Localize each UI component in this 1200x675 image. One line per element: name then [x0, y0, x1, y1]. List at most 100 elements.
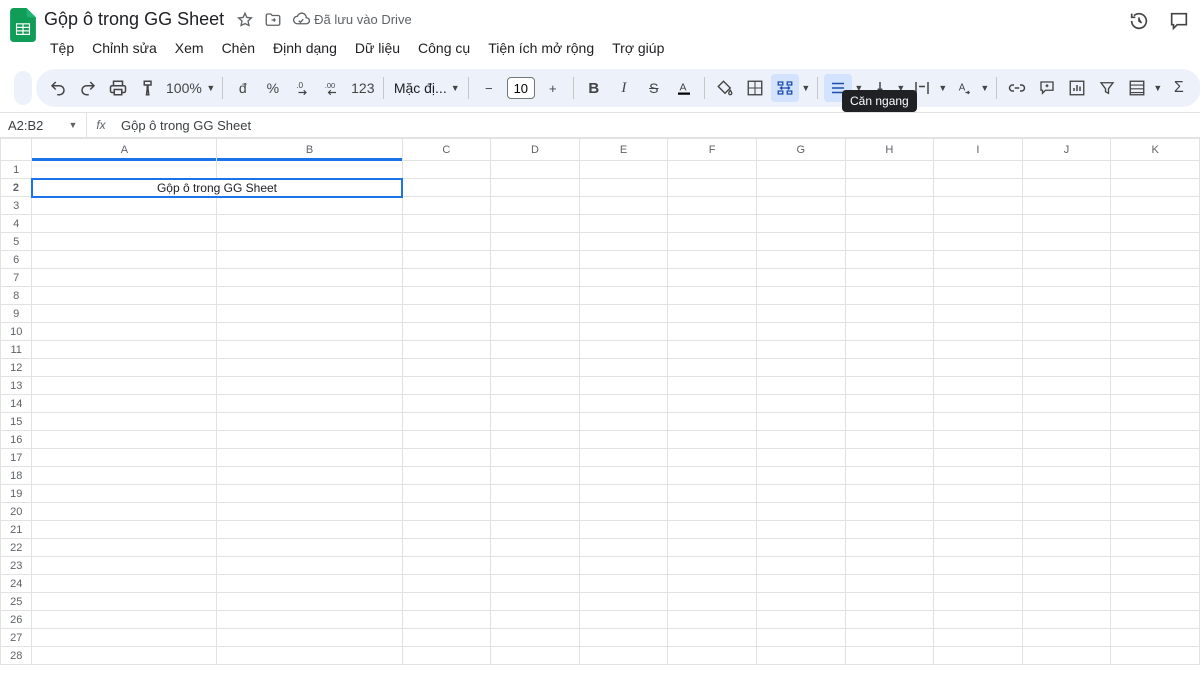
cell-F26[interactable] — [668, 611, 757, 629]
cell-G5[interactable] — [756, 233, 845, 251]
select-all-corner[interactable] — [1, 139, 32, 161]
cell-K21[interactable] — [1111, 521, 1200, 539]
cell-C26[interactable] — [402, 611, 491, 629]
decrease-decimal-button[interactable]: .0 — [289, 74, 317, 102]
cell-D7[interactable] — [491, 269, 580, 287]
menu-search[interactable]: Trình đơn — [14, 71, 32, 105]
cell-G11[interactable] — [756, 341, 845, 359]
cell-D16[interactable] — [491, 431, 580, 449]
cell-J9[interactable] — [1022, 305, 1111, 323]
cell-F3[interactable] — [668, 197, 757, 215]
cell-B25[interactable] — [217, 593, 402, 611]
cell-I6[interactable] — [934, 251, 1023, 269]
cell-B4[interactable] — [217, 215, 402, 233]
menu-tiện-ích-mở-rộng[interactable]: Tiện ích mở rộng — [480, 36, 602, 60]
cell-I19[interactable] — [934, 485, 1023, 503]
cell-G9[interactable] — [756, 305, 845, 323]
cell-B27[interactable] — [217, 629, 402, 647]
cell-D17[interactable] — [491, 449, 580, 467]
cell-G22[interactable] — [756, 539, 845, 557]
cell-H17[interactable] — [845, 449, 934, 467]
cell-K19[interactable] — [1111, 485, 1200, 503]
cell-F17[interactable] — [668, 449, 757, 467]
cell-H19[interactable] — [845, 485, 934, 503]
cell-H7[interactable] — [845, 269, 934, 287]
col-header-C[interactable]: C — [402, 139, 491, 161]
cell-A28[interactable] — [32, 647, 217, 665]
cell-E14[interactable] — [579, 395, 668, 413]
cell-C3[interactable] — [402, 197, 491, 215]
cell-B22[interactable] — [217, 539, 402, 557]
cell-C18[interactable] — [402, 467, 491, 485]
chevron-down-icon[interactable]: ▼ — [801, 83, 811, 93]
cell-G26[interactable] — [756, 611, 845, 629]
cell-E1[interactable] — [579, 161, 668, 179]
cell-H14[interactable] — [845, 395, 934, 413]
cell-E6[interactable] — [579, 251, 668, 269]
cell-D19[interactable] — [491, 485, 580, 503]
cell-B23[interactable] — [217, 557, 402, 575]
cell-I3[interactable] — [934, 197, 1023, 215]
cell-E20[interactable] — [579, 503, 668, 521]
cell-F12[interactable] — [668, 359, 757, 377]
row-header-9[interactable]: 9 — [1, 305, 32, 323]
row-header-23[interactable]: 23 — [1, 557, 32, 575]
cell-D9[interactable] — [491, 305, 580, 323]
cell-D3[interactable] — [491, 197, 580, 215]
cell-A15[interactable] — [32, 413, 217, 431]
cell-J7[interactable] — [1022, 269, 1111, 287]
cell-K20[interactable] — [1111, 503, 1200, 521]
cell-K24[interactable] — [1111, 575, 1200, 593]
cell-H11[interactable] — [845, 341, 934, 359]
row-header-19[interactable]: 19 — [1, 485, 32, 503]
cell-I16[interactable] — [934, 431, 1023, 449]
name-box[interactable]: A2:B2 ▼ — [0, 118, 86, 133]
row-header-7[interactable]: 7 — [1, 269, 32, 287]
cell-C22[interactable] — [402, 539, 491, 557]
cell-D1[interactable] — [491, 161, 580, 179]
col-header-G[interactable]: G — [756, 139, 845, 161]
font-size-input[interactable] — [507, 77, 535, 99]
cell-I28[interactable] — [934, 647, 1023, 665]
row-header-8[interactable]: 8 — [1, 287, 32, 305]
row-header-3[interactable]: 3 — [1, 197, 32, 215]
fill-color-button[interactable] — [711, 74, 739, 102]
cell-I5[interactable] — [934, 233, 1023, 251]
cell-J28[interactable] — [1022, 647, 1111, 665]
cell-A7[interactable] — [32, 269, 217, 287]
row-header-20[interactable]: 20 — [1, 503, 32, 521]
cell-B15[interactable] — [217, 413, 402, 431]
chevron-down-icon[interactable]: ▼ — [980, 83, 990, 93]
cell-G24[interactable] — [756, 575, 845, 593]
cell-C25[interactable] — [402, 593, 491, 611]
borders-button[interactable] — [741, 74, 769, 102]
cell-E16[interactable] — [579, 431, 668, 449]
col-header-F[interactable]: F — [668, 139, 757, 161]
cell-K23[interactable] — [1111, 557, 1200, 575]
cell-J16[interactable] — [1022, 431, 1111, 449]
cell-D24[interactable] — [491, 575, 580, 593]
cell-G7[interactable] — [756, 269, 845, 287]
cell-I2[interactable] — [934, 179, 1023, 197]
cell-H27[interactable] — [845, 629, 934, 647]
cell-H18[interactable] — [845, 467, 934, 485]
cell-J2[interactable] — [1022, 179, 1111, 197]
doc-title[interactable]: Gộp ô trong GG Sheet — [40, 7, 228, 32]
cell-A10[interactable] — [32, 323, 217, 341]
cell-C19[interactable] — [402, 485, 491, 503]
cell-D6[interactable] — [491, 251, 580, 269]
cell-G28[interactable] — [756, 647, 845, 665]
cell-A27[interactable] — [32, 629, 217, 647]
row-header-26[interactable]: 26 — [1, 611, 32, 629]
menu-tệp[interactable]: Tệp — [42, 36, 82, 60]
cell-G25[interactable] — [756, 593, 845, 611]
insert-chart-button[interactable] — [1063, 74, 1091, 102]
cell-K28[interactable] — [1111, 647, 1200, 665]
cell-D13[interactable] — [491, 377, 580, 395]
cell-F22[interactable] — [668, 539, 757, 557]
cell-A20[interactable] — [32, 503, 217, 521]
cell-E7[interactable] — [579, 269, 668, 287]
cell-G6[interactable] — [756, 251, 845, 269]
cell-J1[interactable] — [1022, 161, 1111, 179]
cell-B11[interactable] — [217, 341, 402, 359]
